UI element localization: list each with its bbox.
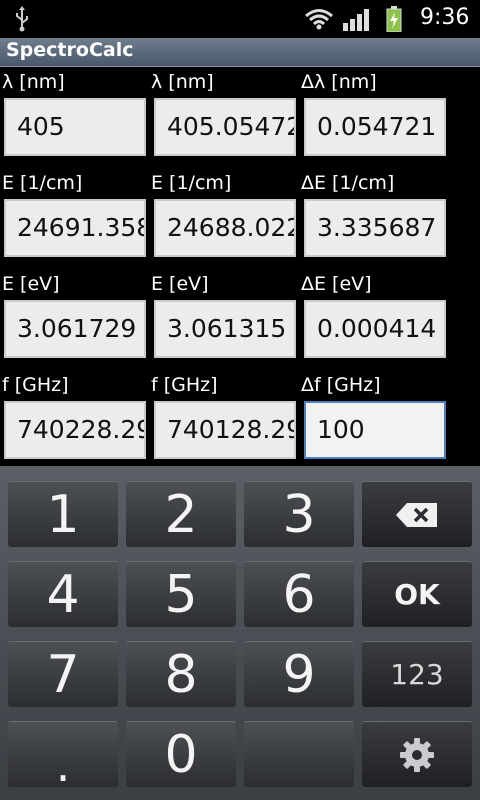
key-2[interactable]: 2 xyxy=(126,481,236,547)
key-8-label: 8 xyxy=(164,644,198,705)
energy-input[interactable]: 3.061729 xyxy=(4,300,146,358)
label-wavenumber-shifted: E [1/cm] xyxy=(151,172,232,194)
label-wavelength: λ [nm] xyxy=(2,71,65,93)
key-7[interactable]: 7 xyxy=(8,641,118,707)
status-bar: 9:36 xyxy=(0,0,480,38)
backspace-key[interactable] xyxy=(362,481,472,547)
label-energy-delta: ΔE [eV] xyxy=(301,273,372,295)
key-4-label: 4 xyxy=(46,564,80,625)
key-6-label: 6 xyxy=(282,564,316,625)
frequency-shifted-input[interactable]: 740128.29 xyxy=(154,401,296,459)
key-decimal-point[interactable]: . xyxy=(8,721,118,792)
ok-key-label: OK xyxy=(394,578,440,611)
label-wavelength-shifted: λ [nm] xyxy=(151,71,214,93)
key-1[interactable]: 1 xyxy=(8,481,118,547)
wavenumber-input[interactable]: 24691.358 xyxy=(4,199,146,257)
settings-key[interactable] xyxy=(362,721,472,787)
signal-strength-icon xyxy=(343,9,369,31)
app-title: SpectroCalc xyxy=(6,39,134,61)
energy-delta-input[interactable]: 0.000414 xyxy=(304,300,446,358)
key-0[interactable]: 0 xyxy=(126,721,236,787)
frequency-delta-input[interactable]: 100 xyxy=(304,401,446,459)
mode-123-key[interactable]: 123 xyxy=(362,641,472,707)
label-energy: E [eV] xyxy=(2,273,60,295)
key-0-label: 0 xyxy=(164,724,198,785)
status-clock: 9:36 xyxy=(420,5,470,30)
gear-icon xyxy=(400,737,434,772)
backspace-icon xyxy=(396,502,437,527)
key-decimal-label: . xyxy=(55,737,71,792)
label-wavenumber: E [1/cm] xyxy=(2,172,83,194)
key-3[interactable]: 3 xyxy=(244,481,354,547)
key-3-label: 3 xyxy=(282,484,316,545)
key-blank[interactable] xyxy=(244,721,354,787)
key-5[interactable]: 5 xyxy=(126,561,236,627)
title-bar: SpectroCalc xyxy=(0,38,480,67)
label-wavenumber-delta: ΔE [1/cm] xyxy=(301,172,395,194)
key-8[interactable]: 8 xyxy=(126,641,236,707)
label-frequency: f [GHz] xyxy=(2,374,69,396)
ok-key[interactable]: OK xyxy=(362,561,472,627)
key-4[interactable]: 4 xyxy=(8,561,118,627)
wifi-icon xyxy=(305,9,333,30)
usb-icon xyxy=(16,6,28,32)
label-energy-shifted: E [eV] xyxy=(151,273,209,295)
label-frequency-delta: Δf [GHz] xyxy=(301,374,381,396)
wavenumber-shifted-input[interactable]: 24688.022 xyxy=(154,199,296,257)
numeric-keyboard: 1 2 3 4 5 6 OK 7 8 9 123 . 0 xyxy=(0,466,480,800)
label-frequency-shifted: f [GHz] xyxy=(151,374,218,396)
key-7-label: 7 xyxy=(46,644,80,705)
key-2-label: 2 xyxy=(164,484,198,545)
wavenumber-delta-input[interactable]: 3.335687 xyxy=(304,199,446,257)
key-1-label: 1 xyxy=(46,484,80,545)
energy-shifted-input[interactable]: 3.061315 xyxy=(154,300,296,358)
wavelength-delta-input[interactable]: 0.054721 xyxy=(304,98,446,156)
wavelength-shifted-input[interactable]: 405.05472 xyxy=(154,98,296,156)
mode-123-label: 123 xyxy=(390,658,444,691)
key-9[interactable]: 9 xyxy=(244,641,354,707)
battery-charging-icon xyxy=(386,6,402,32)
key-6[interactable]: 6 xyxy=(244,561,354,627)
frequency-input[interactable]: 740228.29 xyxy=(4,401,146,459)
key-9-label: 9 xyxy=(282,644,316,705)
wavelength-input[interactable]: 405 xyxy=(4,98,146,156)
key-5-label: 5 xyxy=(164,564,198,625)
label-wavelength-delta: Δλ [nm] xyxy=(301,71,377,93)
